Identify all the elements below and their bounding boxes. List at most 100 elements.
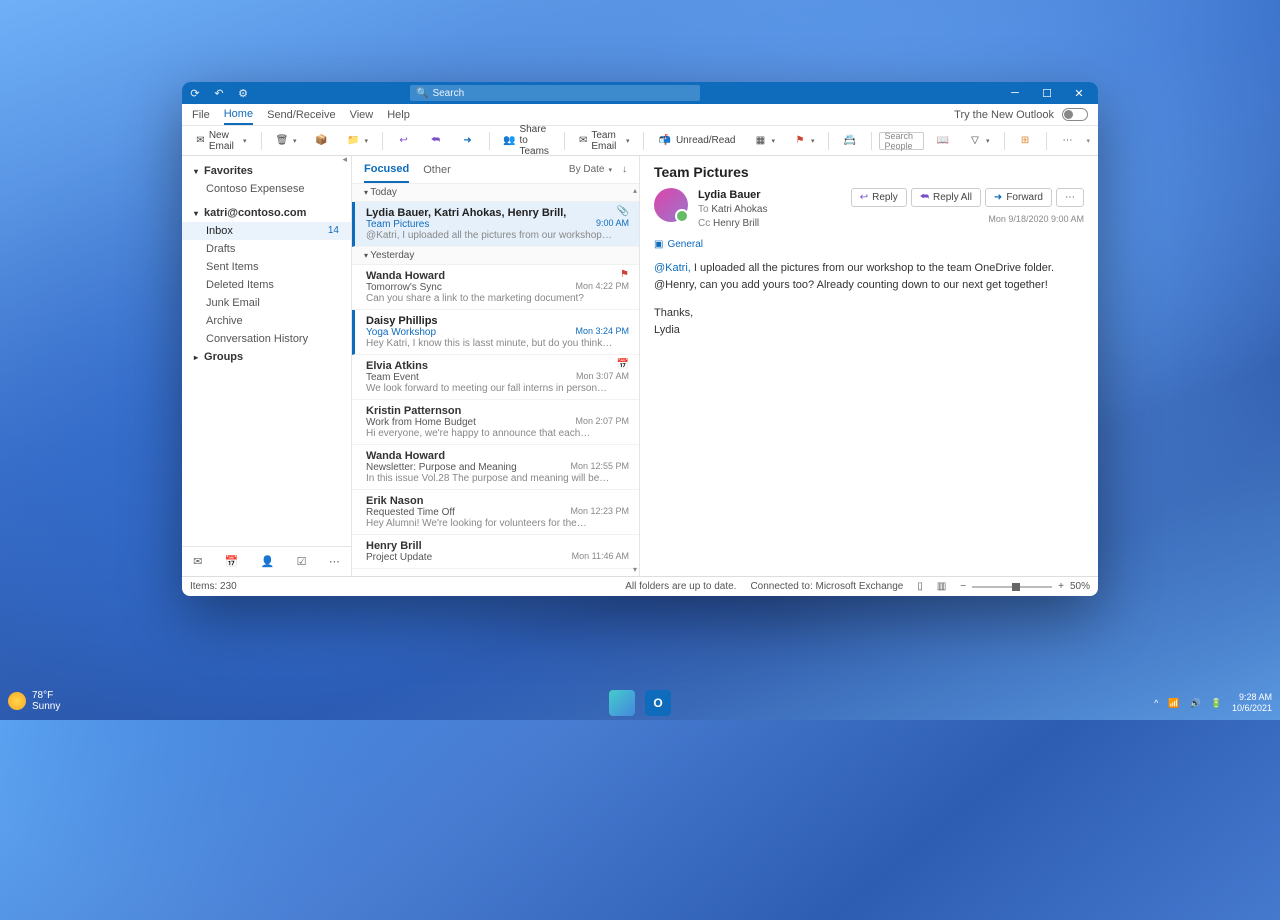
favorites-section[interactable]: ▾Favorites <box>182 162 351 180</box>
refresh-icon[interactable]: ⟳ <box>188 86 202 100</box>
folder-drafts[interactable]: Drafts <box>182 240 351 258</box>
channel-tag[interactable]: ▣General <box>654 239 1084 250</box>
team-email-button[interactable]: ✉Team Email▾ <box>573 127 636 155</box>
archive-icon: 📦 <box>315 134 329 148</box>
message-item[interactable]: Elvia Atkins Team Event We look forward … <box>352 355 639 400</box>
view-normal-icon[interactable]: ▯ <box>917 581 923 592</box>
address-book-icon-button[interactable]: 📖 <box>930 131 956 151</box>
wifi-icon[interactable]: 📶 <box>1168 698 1179 709</box>
quick-access-icon[interactable]: ⚙ <box>236 86 250 100</box>
apps-button[interactable]: ⊞ <box>1012 131 1038 151</box>
start-button[interactable] <box>609 690 635 716</box>
maximize-button[interactable]: ☐ <box>1040 87 1054 100</box>
categorize-button[interactable]: ▦▾ <box>747 131 781 151</box>
ellipsis-icon: ⋯ <box>1061 134 1075 148</box>
zoom-in-button[interactable]: + <box>1058 581 1064 592</box>
more-nav-icon[interactable]: ⋯ <box>329 555 340 568</box>
groups-section[interactable]: ▸Groups <box>182 348 351 366</box>
message-item[interactable]: Wanda Howard Newsletter: Purpose and Mea… <box>352 445 639 490</box>
archive-button[interactable]: 📦 <box>309 131 335 151</box>
view-reading-icon[interactable]: ▥ <box>937 581 946 592</box>
weather-widget[interactable]: 78°FSunny <box>8 690 60 712</box>
new-email-button[interactable]: ✉New Email▾ <box>190 127 253 155</box>
system-tray: ^ 📶 🔊 🔋 9:28 AM10/6/2021 <box>1154 692 1272 714</box>
calendar-nav-icon[interactable]: 📅 <box>225 555 239 568</box>
close-button[interactable]: ✕ <box>1072 87 1086 100</box>
tab-focused[interactable]: Focused <box>364 163 409 183</box>
menu-view[interactable]: View <box>350 109 374 121</box>
filter-button[interactable]: ▽▾ <box>962 131 996 151</box>
reply-all-action[interactable]: ⮪Reply All <box>911 188 981 207</box>
folder-inbox[interactable]: Inbox14 <box>182 222 351 240</box>
message-item[interactable]: Wanda Howard Tomorrow's Sync Can you sha… <box>352 265 639 310</box>
battery-icon[interactable]: 🔋 <box>1211 698 1222 709</box>
scroll-up-icon[interactable]: ▴ <box>633 186 637 195</box>
more-button[interactable]: ⋯ <box>1055 131 1081 151</box>
sender-avatar[interactable] <box>654 188 688 222</box>
nav-bottom: ✉ 📅 👤 ☑ ⋯ <box>182 546 351 576</box>
main-area: ◂ ▾Favorites Contoso Expensese ▾katri@co… <box>182 156 1098 576</box>
message-item[interactable]: Erik Nason Requested Time Off Hey Alumni… <box>352 490 639 535</box>
folder-archive[interactable]: Archive <box>182 312 351 330</box>
unread-read-button[interactable]: 📬Unread/Read <box>652 131 741 151</box>
search-people-input[interactable]: Search People <box>879 132 924 150</box>
people-nav-icon[interactable]: 👤 <box>261 555 275 568</box>
reply-button[interactable]: ↩ <box>391 131 417 151</box>
mail-icon: ✉ <box>196 134 205 148</box>
taskbar-outlook-icon[interactable]: O <box>645 690 671 716</box>
collapse-sidebar-icon[interactable]: ◂ <box>342 156 347 165</box>
message-item[interactable]: Lydia Bauer, Katri Ahokas, Henry Brill, … <box>352 202 639 247</box>
envelope-icon: 📬 <box>658 134 672 148</box>
menu-file[interactable]: File <box>192 109 210 121</box>
menu-send-receive[interactable]: Send/Receive <box>267 109 336 121</box>
mail-nav-icon[interactable]: ✉ <box>193 555 202 568</box>
menu-home[interactable]: Home <box>224 108 253 125</box>
contacts-icon: 📖 <box>936 134 950 148</box>
scroll-down-icon[interactable]: ▾ <box>633 565 637 574</box>
zoom-slider[interactable] <box>972 586 1052 588</box>
zoom-out-button[interactable]: − <box>960 581 966 592</box>
more-actions[interactable]: ⋯ <box>1056 188 1084 207</box>
forward-button[interactable]: ➜ <box>455 131 481 151</box>
folder-junk[interactable]: Junk Email <box>182 294 351 312</box>
reply-action[interactable]: ↩Reply <box>851 188 907 207</box>
message-item[interactable]: Daisy Phillips Yoga Workshop Hey Katri, … <box>352 310 639 355</box>
search-icon: 🔍 <box>416 88 428 99</box>
message-item[interactable]: Henry Brill Project Update Mon 11:46 AM <box>352 535 639 569</box>
group-today[interactable]: Today <box>352 184 639 202</box>
group-yesterday[interactable]: Yesterday <box>352 247 639 265</box>
try-new-outlook-toggle[interactable] <box>1062 108 1088 121</box>
undo-icon[interactable]: ↶ <box>212 86 226 100</box>
titlebar: ⟳ ↶ ⚙ 🔍 Search ─ ☐ ✕ <box>182 82 1098 104</box>
connection-status: Connected to: Microsoft Exchange <box>750 581 903 592</box>
chevron-up-icon[interactable]: ^ <box>1154 698 1158 708</box>
folder-conversation-history[interactable]: Conversation History <box>182 330 351 348</box>
message-item[interactable]: Kristin Patternson Work from Home Budget… <box>352 400 639 445</box>
clock[interactable]: 9:28 AM10/6/2021 <box>1232 692 1272 714</box>
tasks-nav-icon[interactable]: ☑ <box>297 555 307 568</box>
tab-other[interactable]: Other <box>423 164 451 176</box>
account-section[interactable]: ▾katri@contoso.com <box>182 204 351 222</box>
folder-sent[interactable]: Sent Items <box>182 258 351 276</box>
volume-icon[interactable]: 🔊 <box>1190 698 1201 709</box>
tag-icon: ▣ <box>654 239 663 250</box>
forward-action[interactable]: ➜Forward <box>985 188 1052 207</box>
try-new-outlook-label: Try the New Outlook <box>954 109 1054 121</box>
flag-button[interactable]: ⚑▾ <box>787 131 821 151</box>
ribbon-collapse-icon[interactable]: ▾ <box>1087 137 1091 145</box>
reply-all-button[interactable]: ⮪ <box>423 131 449 151</box>
move-button[interactable]: 📁▾ <box>341 131 375 151</box>
sidebar-item[interactable]: Contoso Expensese <box>182 180 351 198</box>
search-placeholder: Search <box>432 88 464 99</box>
address-book-button[interactable]: 📇 <box>837 131 863 151</box>
categories-icon: ▦ <box>753 134 767 148</box>
delete-button[interactable]: 🗑▾ <box>269 131 303 151</box>
mention[interactable]: @Katri, <box>654 262 691 274</box>
search-input[interactable]: 🔍 Search <box>410 85 700 101</box>
mail-icon: ✉ <box>579 134 587 148</box>
minimize-button[interactable]: ─ <box>1008 87 1022 100</box>
menu-help[interactable]: Help <box>387 109 410 121</box>
sort-button[interactable]: By Date▾↓ <box>569 164 627 175</box>
folder-deleted[interactable]: Deleted Items <box>182 276 351 294</box>
share-teams-button[interactable]: 👥Share to Teams <box>497 121 556 160</box>
